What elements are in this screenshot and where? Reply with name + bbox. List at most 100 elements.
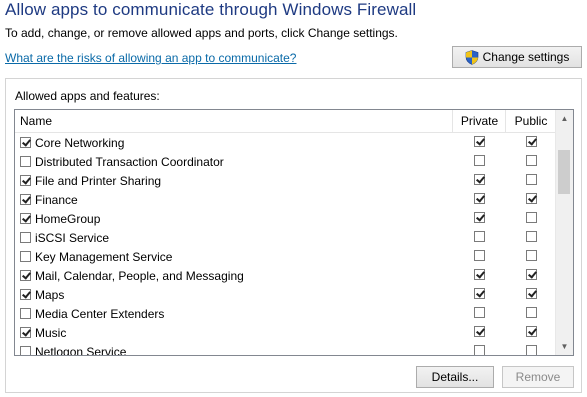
private-cell (474, 250, 485, 264)
column-header-public[interactable]: Public (505, 110, 556, 132)
app-name-label: Media Center Extenders (35, 306, 165, 321)
app-enabled-checkbox[interactable] (20, 232, 31, 243)
public-cell (526, 269, 537, 283)
private-checkbox[interactable] (474, 326, 485, 337)
change-settings-button[interactable]: Change settings (452, 46, 582, 68)
table-row[interactable]: Netlogon Service (15, 342, 555, 356)
public-checkbox[interactable] (526, 326, 537, 337)
app-name-label: Netlogon Service (35, 344, 127, 356)
public-checkbox[interactable] (526, 231, 537, 242)
table-row[interactable]: Maps (15, 285, 555, 304)
private-checkbox[interactable] (474, 288, 485, 299)
app-enabled-checkbox[interactable] (20, 156, 31, 167)
table-row[interactable]: Mail, Calendar, People, and Messaging (15, 266, 555, 285)
table-row[interactable]: Media Center Extenders (15, 304, 555, 323)
app-name-label: HomeGroup (35, 211, 101, 226)
scroll-up-icon[interactable]: ▲ (556, 110, 573, 127)
app-name-cell: Maps (20, 285, 64, 304)
app-enabled-checkbox[interactable] (20, 137, 31, 148)
public-cell (526, 136, 537, 150)
column-header-name[interactable]: Name (15, 110, 452, 132)
app-name-cell: Core Networking (20, 133, 124, 152)
app-name-label: Key Management Service (35, 249, 173, 264)
public-cell (526, 288, 537, 302)
list-header: Name Private Public (15, 110, 555, 133)
public-checkbox[interactable] (526, 345, 537, 355)
risks-link[interactable]: What are the risks of allowing an app to… (5, 51, 296, 65)
app-name-cell: Distributed Transaction Coordinator (20, 152, 224, 171)
public-cell (526, 212, 537, 226)
vertical-scrollbar[interactable]: ▲ ▼ (555, 110, 573, 355)
app-enabled-checkbox[interactable] (20, 213, 31, 224)
app-name-cell: HomeGroup (20, 209, 100, 228)
private-cell (474, 174, 485, 188)
private-checkbox[interactable] (474, 155, 485, 166)
app-enabled-checkbox[interactable] (20, 327, 31, 338)
private-cell (474, 345, 485, 355)
table-row[interactable]: Core Networking (15, 133, 555, 152)
private-checkbox[interactable] (474, 193, 485, 204)
private-cell (474, 155, 485, 169)
table-row[interactable]: iSCSI Service (15, 228, 555, 247)
private-cell (474, 307, 485, 321)
scroll-down-icon[interactable]: ▼ (556, 338, 573, 355)
app-enabled-checkbox[interactable] (20, 270, 31, 281)
table-row[interactable]: Key Management Service (15, 247, 555, 266)
page-title: Allow apps to communicate through Window… (5, 0, 417, 19)
private-checkbox[interactable] (474, 307, 485, 318)
scrollbar-thumb[interactable] (558, 150, 570, 194)
public-checkbox[interactable] (526, 307, 537, 318)
app-enabled-checkbox[interactable] (20, 308, 31, 319)
public-checkbox[interactable] (526, 155, 537, 166)
remove-button[interactable]: Remove (502, 366, 574, 388)
column-header-private[interactable]: Private (452, 110, 506, 132)
private-cell (474, 269, 485, 283)
app-name-label: Maps (35, 287, 65, 302)
app-name-cell: File and Printer Sharing (20, 171, 161, 190)
private-checkbox[interactable] (474, 231, 485, 242)
app-enabled-checkbox[interactable] (20, 289, 31, 300)
table-row[interactable]: File and Printer Sharing (15, 171, 555, 190)
app-name-label: iSCSI Service (35, 230, 110, 245)
table-row[interactable]: Distributed Transaction Coordinator (15, 152, 555, 171)
uac-shield-icon (465, 49, 479, 65)
private-checkbox[interactable] (474, 136, 485, 147)
app-name-cell: Music (20, 323, 66, 342)
private-checkbox[interactable] (474, 345, 485, 355)
public-checkbox[interactable] (526, 212, 537, 223)
public-cell (526, 326, 537, 340)
app-enabled-checkbox[interactable] (20, 346, 31, 355)
app-enabled-checkbox[interactable] (20, 194, 31, 205)
table-row[interactable]: Music (15, 323, 555, 342)
public-cell (526, 193, 537, 207)
public-cell (526, 174, 537, 188)
page-subtitle: To add, change, or remove allowed apps a… (5, 26, 398, 40)
app-name-label: Distributed Transaction Coordinator (35, 154, 224, 169)
private-cell (474, 231, 485, 245)
public-cell (526, 307, 537, 321)
public-checkbox[interactable] (526, 136, 537, 147)
app-name-cell: Key Management Service (20, 247, 172, 266)
public-checkbox[interactable] (526, 193, 537, 204)
private-checkbox[interactable] (474, 269, 485, 280)
private-cell (474, 136, 485, 150)
private-checkbox[interactable] (474, 250, 485, 261)
app-name-cell: Media Center Extenders (20, 304, 164, 323)
public-checkbox[interactable] (526, 269, 537, 280)
table-row[interactable]: HomeGroup (15, 209, 555, 228)
public-cell (526, 155, 537, 169)
allowed-apps-list[interactable]: Name Private Public Core Networking Distr… (14, 109, 574, 356)
details-button[interactable]: Details... (416, 366, 494, 388)
app-name-cell: Netlogon Service (20, 342, 127, 356)
app-enabled-checkbox[interactable] (20, 251, 31, 262)
public-cell (526, 231, 537, 245)
public-checkbox[interactable] (526, 174, 537, 185)
private-cell (474, 288, 485, 302)
table-row[interactable]: Finance (15, 190, 555, 209)
private-checkbox[interactable] (474, 212, 485, 223)
public-checkbox[interactable] (526, 288, 537, 299)
private-checkbox[interactable] (474, 174, 485, 185)
app-name-label: Mail, Calendar, People, and Messaging (35, 268, 244, 283)
app-enabled-checkbox[interactable] (20, 175, 31, 186)
public-checkbox[interactable] (526, 250, 537, 261)
